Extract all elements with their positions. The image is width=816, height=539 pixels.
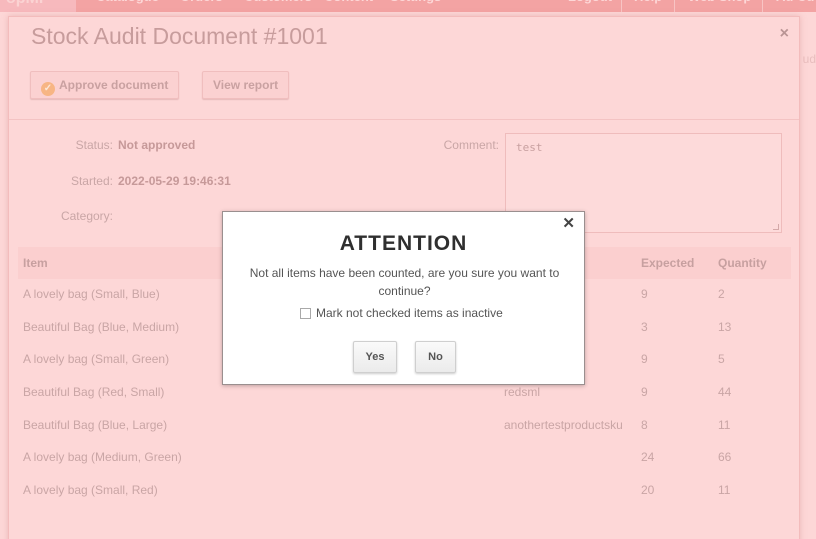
nav-settings[interactable]: Settings	[390, 0, 441, 12]
nav-customers[interactable]: Customers	[244, 0, 312, 12]
cell-expected: 8	[641, 418, 648, 432]
table-row[interactable]: A lovely bag (Medium, Green) 24 66	[18, 442, 791, 474]
divider	[9, 119, 799, 120]
logo: opMi	[0, 0, 76, 12]
cell-expected: 9	[641, 287, 648, 301]
status-value: Not approved	[118, 138, 196, 152]
close-icon[interactable]: ×	[780, 25, 789, 43]
approve-document-button[interactable]: ✓ Approve document	[30, 71, 180, 99]
no-button[interactable]: No	[415, 341, 456, 373]
cell-item: A lovely bag (Small, Red)	[23, 483, 158, 497]
cell-quantity: 2	[718, 287, 725, 301]
table-row[interactable]: A lovely bag (Small, Red) 20 11	[18, 475, 791, 507]
started-label: Started:	[70, 174, 113, 188]
attention-dialog: ✕ ATTENTION Not all items have been coun…	[222, 211, 585, 385]
resize-grip-icon[interactable]	[773, 224, 779, 230]
mark-inactive-checkbox[interactable]: Mark not checked items as inactive	[300, 306, 503, 320]
dialog-message: Not all items have been counted, are you…	[249, 266, 560, 298]
cell-item: Beautiful Bag (Blue, Medium)	[23, 320, 180, 334]
cell-item: A lovely bag (Medium, Green)	[23, 450, 182, 464]
cell-expected: 9	[641, 352, 648, 366]
side-text: ud	[802, 52, 816, 66]
cell-item: Beautiful Bag (Blue, Large)	[23, 418, 168, 432]
cell-quantity: 66	[718, 450, 732, 464]
header-item[interactable]: Item	[23, 256, 48, 270]
comment-label: Comment:	[443, 138, 499, 152]
header-quantity[interactable]: Quantity	[718, 256, 767, 270]
checkbox-icon[interactable]	[300, 307, 311, 319]
yes-button[interactable]: Yes	[353, 341, 397, 373]
view-report-button[interactable]: View report	[202, 71, 290, 99]
nav-content[interactable]: Content	[324, 0, 373, 12]
nav-web-shop[interactable]: Web Shop	[688, 0, 751, 12]
nav-orders[interactable]: Orders	[180, 0, 223, 12]
cell-expected: 3	[641, 320, 648, 334]
nav-catalogue[interactable]: Catalogue	[96, 0, 159, 12]
cell-expected: 24	[641, 450, 655, 464]
header-expected[interactable]: Expected	[641, 256, 694, 270]
cell-expected: 9	[641, 385, 648, 399]
mark-inactive-label: Mark not checked items as inactive	[316, 306, 503, 320]
cell-sku: anothertestproductsku	[504, 418, 623, 432]
dialog-title: ATTENTION	[339, 232, 468, 255]
nav-help[interactable]: Help	[634, 0, 662, 12]
cell-sku: redsml	[504, 385, 541, 399]
table-row[interactable]: Beautiful Bag (Blue, Large) anothertestp…	[18, 410, 791, 442]
check-icon: ✓	[41, 82, 55, 96]
cell-quantity: 11	[718, 418, 731, 432]
cell-quantity: 11	[718, 483, 731, 497]
cell-item: Beautiful Bag (Red, Small)	[23, 385, 165, 399]
comment-text: test	[516, 141, 543, 154]
started-value: 2022-05-29 19:46:31	[118, 174, 231, 188]
cell-item: A lovely bag (Small, Green)	[23, 352, 170, 366]
cell-quantity: 13	[718, 320, 732, 334]
close-icon[interactable]: ✕	[562, 214, 575, 232]
category-label: Category:	[60, 209, 113, 223]
approve-document-label: Approve document	[59, 78, 169, 92]
top-nav: opMi Catalogue Orders Customers Content …	[0, 0, 816, 12]
page-title: Stock Audit Document #1001	[31, 23, 328, 49]
cell-item: A lovely bag (Small, Blue)	[23, 287, 160, 301]
nav-logout[interactable]: Logout	[568, 0, 612, 12]
cell-quantity: 44	[718, 385, 732, 399]
nav-account[interactable]: Au Cu	[776, 0, 814, 12]
cell-quantity: 5	[718, 352, 725, 366]
status-label: Status:	[75, 138, 113, 152]
cell-expected: 20	[641, 483, 655, 497]
